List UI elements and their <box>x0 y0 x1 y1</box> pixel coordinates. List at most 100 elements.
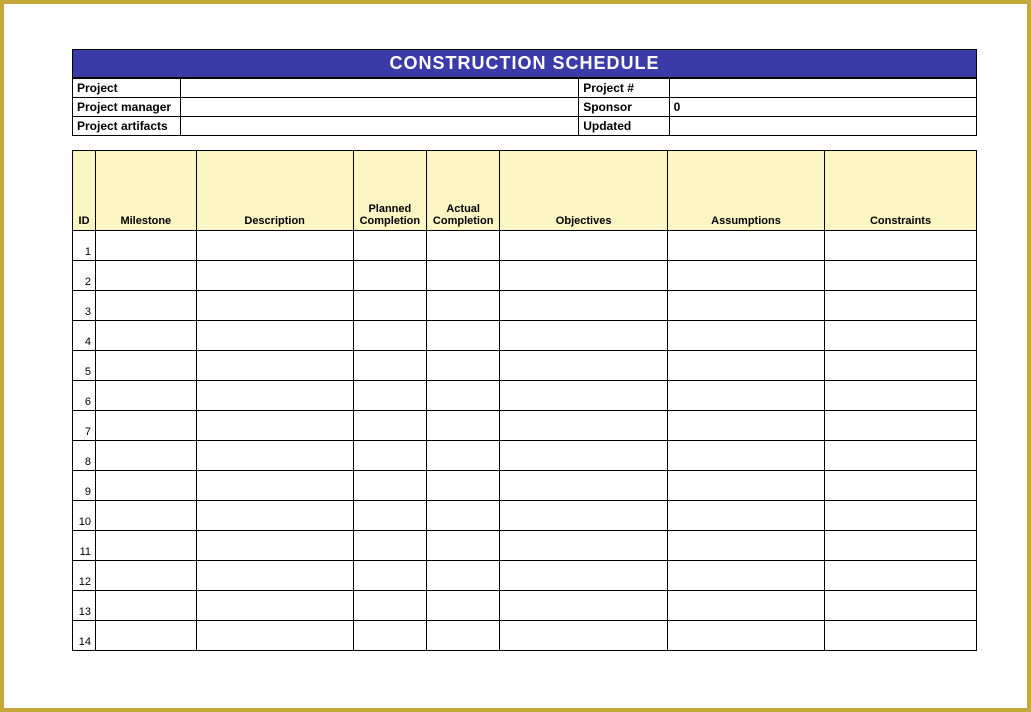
cell-constraints[interactable] <box>825 591 977 621</box>
cell-objectives[interactable] <box>500 591 668 621</box>
cell-assumptions[interactable] <box>667 441 824 471</box>
cell-planned[interactable] <box>353 441 426 471</box>
cell-id[interactable]: 7 <box>73 411 96 441</box>
cell-assumptions[interactable] <box>667 561 824 591</box>
cell-objectives[interactable] <box>500 351 668 381</box>
cell-actual[interactable] <box>427 351 500 381</box>
cell-actual[interactable] <box>427 411 500 441</box>
cell-description[interactable] <box>196 591 353 621</box>
cell-planned[interactable] <box>353 561 426 591</box>
cell-actual[interactable] <box>427 471 500 501</box>
cell-actual[interactable] <box>427 591 500 621</box>
cell-milestone[interactable] <box>96 441 197 471</box>
cell-description[interactable] <box>196 621 353 651</box>
cell-id[interactable]: 6 <box>73 381 96 411</box>
cell-milestone[interactable] <box>96 381 197 411</box>
cell-constraints[interactable] <box>825 381 977 411</box>
cell-planned[interactable] <box>353 411 426 441</box>
cell-assumptions[interactable] <box>667 411 824 441</box>
cell-description[interactable] <box>196 411 353 441</box>
cell-actual[interactable] <box>427 321 500 351</box>
cell-actual[interactable] <box>427 501 500 531</box>
cell-assumptions[interactable] <box>667 501 824 531</box>
value-manager[interactable] <box>181 98 579 117</box>
cell-constraints[interactable] <box>825 471 977 501</box>
cell-actual[interactable] <box>427 231 500 261</box>
cell-description[interactable] <box>196 381 353 411</box>
cell-actual[interactable] <box>427 441 500 471</box>
cell-assumptions[interactable] <box>667 351 824 381</box>
cell-objectives[interactable] <box>500 621 668 651</box>
value-sponsor[interactable]: 0 <box>669 98 976 117</box>
cell-description[interactable] <box>196 441 353 471</box>
cell-milestone[interactable] <box>96 291 197 321</box>
cell-id[interactable]: 1 <box>73 231 96 261</box>
cell-planned[interactable] <box>353 471 426 501</box>
cell-description[interactable] <box>196 231 353 261</box>
cell-description[interactable] <box>196 561 353 591</box>
cell-milestone[interactable] <box>96 531 197 561</box>
value-artifacts[interactable] <box>181 117 579 136</box>
cell-milestone[interactable] <box>96 561 197 591</box>
cell-description[interactable] <box>196 471 353 501</box>
cell-id[interactable]: 12 <box>73 561 96 591</box>
cell-actual[interactable] <box>427 261 500 291</box>
cell-id[interactable]: 5 <box>73 351 96 381</box>
cell-constraints[interactable] <box>825 531 977 561</box>
cell-constraints[interactable] <box>825 351 977 381</box>
cell-planned[interactable] <box>353 351 426 381</box>
cell-assumptions[interactable] <box>667 531 824 561</box>
cell-objectives[interactable] <box>500 291 668 321</box>
cell-actual[interactable] <box>427 291 500 321</box>
cell-constraints[interactable] <box>825 561 977 591</box>
cell-assumptions[interactable] <box>667 381 824 411</box>
cell-assumptions[interactable] <box>667 471 824 501</box>
cell-planned[interactable] <box>353 261 426 291</box>
cell-id[interactable]: 8 <box>73 441 96 471</box>
cell-id[interactable]: 13 <box>73 591 96 621</box>
cell-description[interactable] <box>196 291 353 321</box>
cell-constraints[interactable] <box>825 501 977 531</box>
cell-actual[interactable] <box>427 561 500 591</box>
cell-objectives[interactable] <box>500 231 668 261</box>
cell-id[interactable]: 4 <box>73 321 96 351</box>
cell-objectives[interactable] <box>500 321 668 351</box>
cell-milestone[interactable] <box>96 351 197 381</box>
cell-planned[interactable] <box>353 381 426 411</box>
value-project-num[interactable] <box>669 79 976 98</box>
cell-id[interactable]: 2 <box>73 261 96 291</box>
cell-planned[interactable] <box>353 501 426 531</box>
cell-objectives[interactable] <box>500 261 668 291</box>
cell-objectives[interactable] <box>500 441 668 471</box>
cell-description[interactable] <box>196 261 353 291</box>
cell-milestone[interactable] <box>96 621 197 651</box>
cell-objectives[interactable] <box>500 411 668 441</box>
cell-description[interactable] <box>196 531 353 561</box>
cell-id[interactable]: 11 <box>73 531 96 561</box>
cell-actual[interactable] <box>427 621 500 651</box>
cell-planned[interactable] <box>353 591 426 621</box>
cell-milestone[interactable] <box>96 321 197 351</box>
cell-constraints[interactable] <box>825 231 977 261</box>
cell-assumptions[interactable] <box>667 291 824 321</box>
cell-assumptions[interactable] <box>667 261 824 291</box>
cell-actual[interactable] <box>427 531 500 561</box>
cell-planned[interactable] <box>353 321 426 351</box>
cell-assumptions[interactable] <box>667 321 824 351</box>
cell-constraints[interactable] <box>825 321 977 351</box>
cell-id[interactable]: 10 <box>73 501 96 531</box>
cell-milestone[interactable] <box>96 591 197 621</box>
value-updated[interactable] <box>669 117 976 136</box>
cell-objectives[interactable] <box>500 471 668 501</box>
cell-assumptions[interactable] <box>667 231 824 261</box>
cell-id[interactable]: 3 <box>73 291 96 321</box>
cell-milestone[interactable] <box>96 231 197 261</box>
cell-description[interactable] <box>196 321 353 351</box>
cell-id[interactable]: 14 <box>73 621 96 651</box>
cell-constraints[interactable] <box>825 261 977 291</box>
cell-actual[interactable] <box>427 381 500 411</box>
cell-constraints[interactable] <box>825 291 977 321</box>
cell-milestone[interactable] <box>96 471 197 501</box>
cell-constraints[interactable] <box>825 411 977 441</box>
cell-constraints[interactable] <box>825 441 977 471</box>
